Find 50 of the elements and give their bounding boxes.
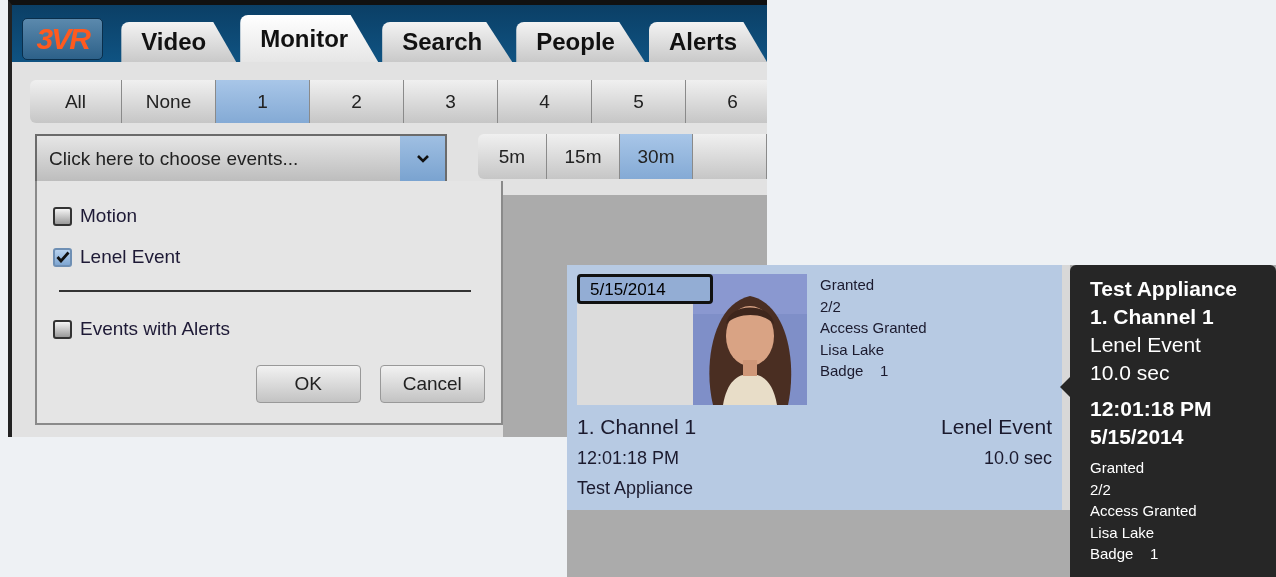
event-duration: 10.0 sec [983, 448, 1052, 469]
event-time: 12:01:18 PM [577, 448, 680, 469]
tooltip-text: Lenel Event [1090, 332, 1202, 358]
tooltip-text: 10.0 sec [1090, 360, 1171, 386]
tab[interactable]: People [516, 22, 645, 62]
channel-button[interactable]: 5 [592, 80, 686, 123]
tab[interactable]: Alerts [648, 22, 767, 62]
dialog-button[interactable]: Cancel [379, 365, 485, 403]
channel-button[interactable]: All [30, 80, 122, 123]
tab[interactable]: Video [121, 22, 237, 62]
event-dropdown[interactable]: Click here to choose events... [35, 134, 447, 181]
tooltip-title: 1. Channel 1 [1090, 304, 1215, 330]
event-card[interactable]: 5/15/2014 Granted 2/2 Access Granted Lisa Lake Badge 1 1. Channel 1 Lenel Event 12:01:18 PM 10.0 sec Test Appliance [567, 265, 1062, 510]
checkbox[interactable] [53, 247, 72, 267]
tab[interactable]: Monitor [240, 15, 379, 62]
tooltip-detail: Badge 1 [1090, 544, 1160, 564]
detail-text: Lisa Lake [820, 339, 886, 360]
appliance-name: Test Appliance [577, 478, 694, 499]
checkbox[interactable] [53, 319, 72, 339]
tab[interactable]: Search [382, 22, 513, 62]
event-option[interactable]: Motion [53, 203, 485, 229]
chevron-down-icon[interactable] [400, 136, 445, 181]
time-button[interactable]: 15m [547, 134, 620, 179]
tooltip-timestamp: 5/15/2014 [1090, 424, 1185, 450]
event-type: Lenel Event [941, 415, 1052, 439]
dropdown-value: Click here to choose events... [48, 147, 299, 170]
channel-button[interactable]: None [122, 80, 216, 123]
tooltip-detail: Access Granted [1090, 501, 1198, 521]
time-button[interactable]: 30m [620, 134, 693, 179]
channel-button[interactable]: 2 [310, 80, 404, 123]
checkbox[interactable] [53, 206, 72, 226]
tooltip-detail: Granted [1090, 458, 1146, 478]
channel-button[interactable]: 1 [216, 80, 310, 123]
channel-button[interactable]: 6 [686, 80, 767, 123]
date-label: 5/15/2014 [577, 274, 713, 304]
tooltip-title: Test Appliance [1090, 276, 1239, 302]
tooltip-timestamp: 12:01:18 PM [1090, 396, 1213, 422]
event-option[interactable]: Events with Alerts [53, 316, 485, 342]
channel-button[interactable]: 4 [498, 80, 592, 123]
tooltip-detail: Lisa Lake [1090, 522, 1156, 543]
detail-text: Badge 1 [820, 361, 890, 381]
event-option[interactable]: Lenel Event [53, 244, 485, 270]
detail-text: Access Granted [820, 318, 927, 338]
channel-button[interactable]: 3 [404, 80, 498, 123]
tooltip-detail: 2/2 [1090, 479, 1112, 500]
detail-text: 2/2 [820, 296, 842, 317]
channel-name: 1. Channel 1 [577, 415, 697, 439]
dialog-button[interactable]: OK [256, 365, 361, 403]
time-button[interactable]: 5m [478, 134, 547, 179]
detail-text: Granted [820, 275, 876, 295]
